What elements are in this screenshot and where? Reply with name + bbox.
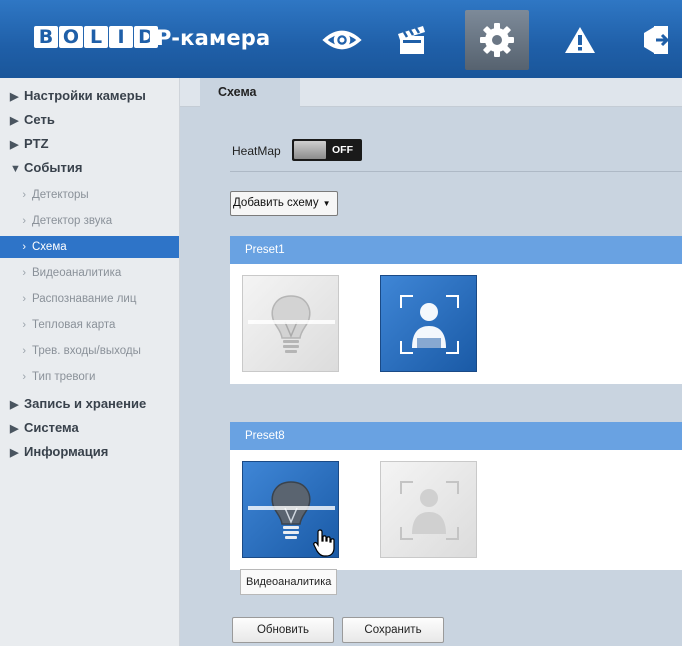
chevron-right-icon: › [22,215,26,227]
chevron-right-icon: › [22,371,26,383]
collapse-triangle-icon: ▼ [10,163,21,175]
expand-triangle-icon: ▶ [10,115,19,127]
expand-triangle-icon: ▶ [10,399,19,411]
chevron-right-icon: › [22,293,26,305]
sidebar-subitem-face-recognition[interactable]: › Распознавание лиц [0,288,179,310]
face-detection-icon [400,295,459,354]
sidebar-subitem-audio-detector[interactable]: › Детектор звука [0,210,179,232]
sidebar-subitem-label: Детектор звука [32,215,113,227]
sidebar-item-label: Информация [24,444,109,459]
sidebar-item-network[interactable]: ▶ Сеть [10,109,55,131]
nav-live-view-button[interactable] [310,13,374,67]
sidebar-item-ptz[interactable]: ▶ PTZ [10,133,49,155]
sidebar-item-label: Сеть [24,112,55,127]
preset-tile-face-detection[interactable] [380,461,477,558]
clapperboard-icon [398,26,425,54]
logo-letter: L [84,26,108,48]
expand-triangle-icon: ▶ [10,423,19,435]
brand-logo: B O L I D [34,26,158,52]
preset-body [230,450,682,570]
sidebar-item-recording-storage[interactable]: ▶ Запись и хранение [10,393,146,415]
sidebar: ▶ Настройки камеры ▶ Сеть ▶ PTZ ▼ События › Д… [0,78,180,646]
top-bar: B O L I D IP-камера [0,0,682,78]
sidebar-subitem-alarm-type[interactable]: › Тип тревоги [0,366,179,388]
toggle-knob [294,141,326,159]
tooltip: Видеоаналитика [240,569,338,595]
main-panel: Схема HeatMap OFF Добавить схему ▼ Preset… [180,78,682,646]
sidebar-item-camera-settings[interactable]: ▶ Настройки камеры [10,85,146,107]
sidebar-subitem-heat-map[interactable]: › Тепловая карта [0,314,179,336]
eye-icon [322,30,362,50]
add-scheme-label: Добавить схему [233,197,319,209]
logo-letter: B [34,26,58,48]
chevron-right-icon: › [22,345,26,357]
expand-triangle-icon: ▶ [10,447,19,459]
heatmap-toggle[interactable]: OFF [292,139,362,161]
nav-playback-button[interactable] [380,13,444,67]
chevron-right-icon: › [22,241,26,253]
sidebar-subitem-alarm-io[interactable]: › Трев. входы/выходы [0,340,179,362]
dropdown-arrow-icon: ▼ [322,199,331,208]
tab-bar: Схема [180,78,682,107]
app-title: IP-камера [148,26,271,50]
preset-header: Preset8 [230,422,682,450]
preset-tile-video-analytics[interactable] [242,275,339,372]
sidebar-subitem-label: Видеоаналитика [32,267,122,279]
gear-icon [480,23,514,57]
hand-cursor-icon [313,529,335,557]
sidebar-subitem-label: Схема [32,241,67,253]
sidebar-item-label: Система [24,420,79,435]
expand-triangle-icon: ▶ [10,139,19,151]
toggle-state-label: OFF [332,144,353,156]
face-detection-icon [400,481,459,540]
preset-header: Preset1 [230,236,682,264]
sidebar-subitem-label: Детекторы [32,189,89,201]
sidebar-item-label: Настройки камеры [24,88,146,103]
sidebar-subitem-label: Тип тревоги [32,371,96,383]
warning-icon [565,27,595,53]
nav-alarm-button[interactable] [548,13,612,67]
sidebar-item-events[interactable]: ▼ События [10,157,82,179]
add-scheme-dropdown[interactable]: Добавить схему ▼ [230,191,338,216]
save-button[interactable]: Сохранить [342,617,444,643]
heatmap-label: HeatMap [232,144,281,158]
tab-schema[interactable]: Схема [200,78,300,107]
nav-settings-button[interactable] [465,10,529,70]
sidebar-subitem-label: Распознавание лиц [32,293,137,305]
sidebar-subitem-label: Тепловая карта [32,319,116,331]
sidebar-subitem-label: Трев. входы/выходы [32,345,141,357]
chevron-right-icon: › [22,189,26,201]
chevron-right-icon: › [22,319,26,331]
preset-body [230,264,682,384]
nav-logout-button[interactable] [632,13,682,67]
sidebar-item-information[interactable]: ▶ Информация [10,441,108,463]
sidebar-subitem-video-analytics[interactable]: › Видеоаналитика [0,262,179,284]
logo-letter: O [59,26,83,48]
sidebar-subitem-schema[interactable]: › Схема [0,236,179,258]
lightbulb-icon [248,295,335,353]
logout-icon [644,26,670,54]
sidebar-item-system[interactable]: ▶ Система [10,417,79,439]
chevron-right-icon: › [22,267,26,279]
sidebar-item-label: Запись и хранение [24,396,147,411]
divider [230,171,682,172]
preset-tile-face-detection[interactable] [380,275,477,372]
logo-letter: I [109,26,133,48]
sidebar-subitem-detectors[interactable]: › Детекторы [0,184,179,206]
sidebar-item-label: PTZ [24,136,49,151]
refresh-button[interactable]: Обновить [232,617,334,643]
expand-triangle-icon: ▶ [10,91,19,103]
sidebar-item-label: События [24,160,83,175]
